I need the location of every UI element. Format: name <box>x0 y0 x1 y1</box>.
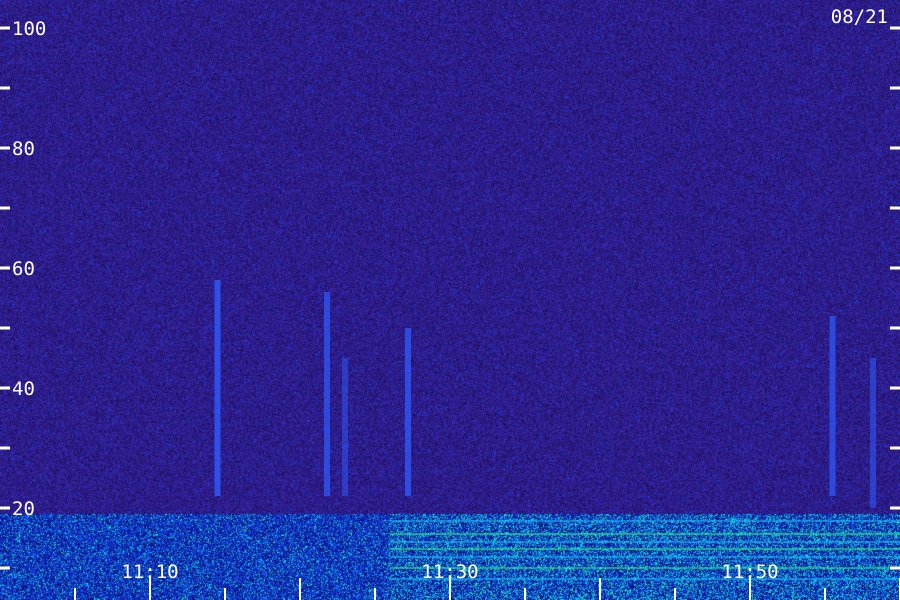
spectrogram: 20 40 60 80 100 11:10 11:30 11:50 08/21 <box>0 0 900 600</box>
date-label: 08/21 <box>831 6 888 28</box>
chart-overlay: 08/21 <box>831 6 888 28</box>
